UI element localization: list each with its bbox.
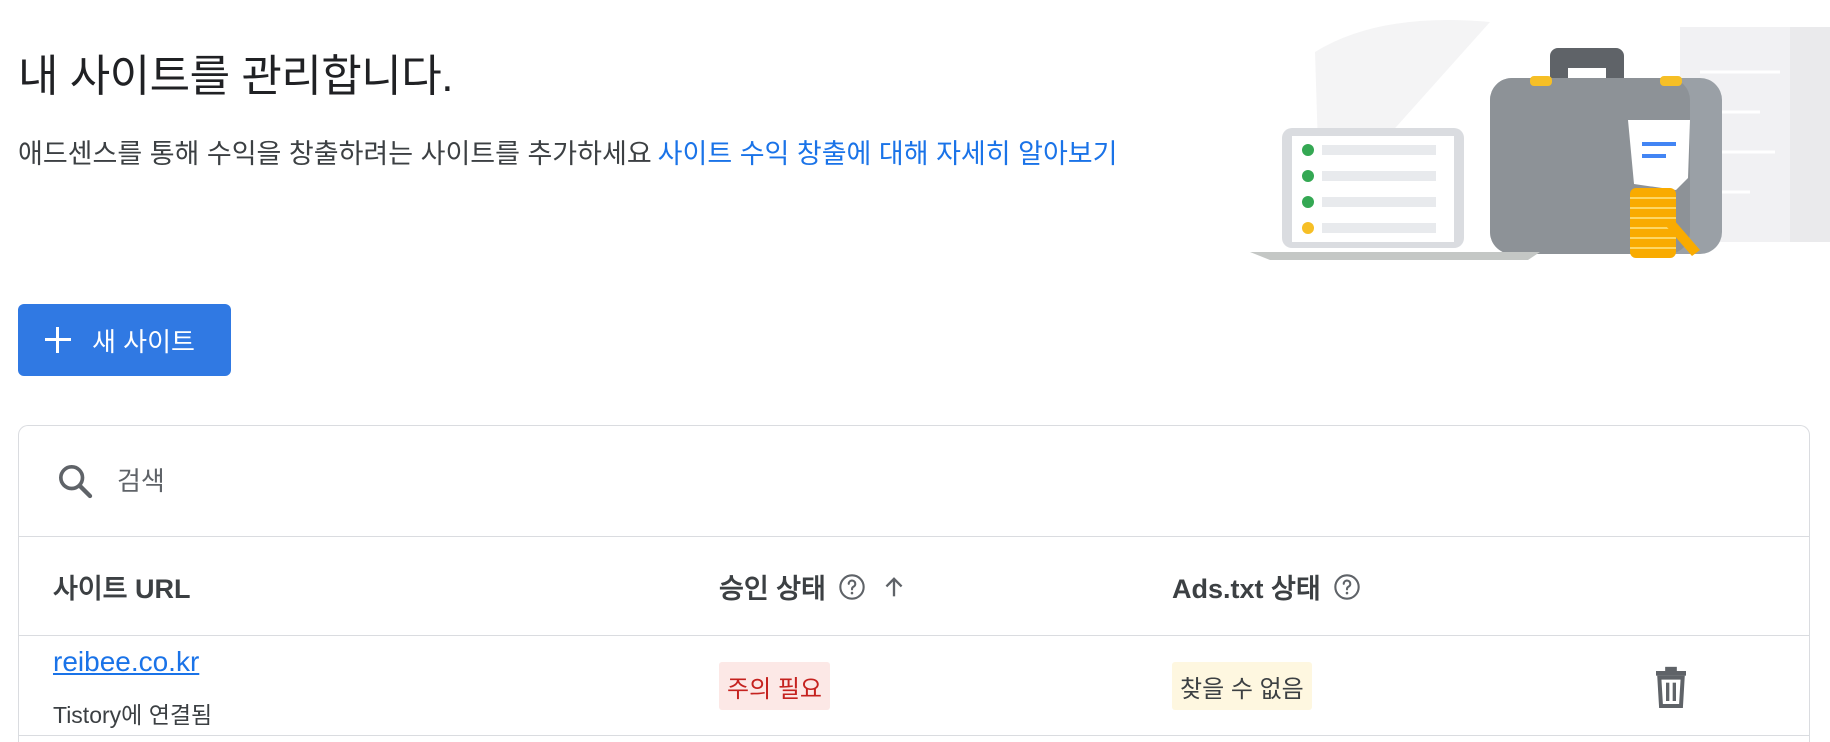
approval-status-badge: 주의 필요	[719, 662, 830, 710]
page: 내 사이트를 관리합니다. 애드센스를 통해 수익을 창출하려는 사이트를 추가…	[0, 0, 1830, 742]
intro-description: 애드센스를 통해 수익을 창출하려는 사이트를 추가하세요	[18, 139, 652, 169]
column-header-approval-status[interactable]: 승인 상태	[719, 537, 908, 636]
column-header-site-url[interactable]: 사이트 URL	[53, 537, 191, 636]
sort-arrow-up-icon[interactable]	[880, 573, 908, 601]
site-connection-label: Tistory에 연결됨	[53, 702, 213, 728]
sites-table-card: 사이트 URL 승인 상태 Ads.txt 상태	[18, 425, 1810, 742]
delete-site-button[interactable]	[1651, 664, 1691, 708]
intro-text: 애드센스를 통해 수익을 창출하려는 사이트를 추가하세요 사이트 수익 창출에 …	[18, 132, 1117, 171]
column-header-ads-txt-status[interactable]: Ads.txt 상태	[1172, 537, 1361, 636]
trash-icon	[1656, 666, 1686, 708]
search-icon	[59, 465, 93, 499]
new-site-label: 새 사이트	[92, 326, 195, 357]
site-url-link[interactable]: reibee.co.kr	[53, 646, 199, 678]
plus-icon	[44, 326, 72, 354]
table-row: reibee.co.kr Tistory에 연결됨 주의 필요 찾을 수 없음	[19, 636, 1809, 736]
briefcase-laptop-illustration	[1250, 20, 1830, 260]
help-circle-icon[interactable]	[1333, 573, 1361, 601]
ads-txt-status-badge: 찾을 수 없음	[1172, 662, 1312, 710]
learn-more-link[interactable]: 사이트 수익 창출에 대해 자세히 알아보기	[658, 139, 1118, 169]
help-circle-icon[interactable]	[838, 573, 866, 601]
search-bar	[19, 426, 1809, 537]
table-header: 사이트 URL 승인 상태 Ads.txt 상태	[19, 537, 1809, 636]
search-input[interactable]	[115, 464, 715, 498]
page-title: 내 사이트를 관리합니다.	[18, 52, 453, 101]
new-site-button[interactable]: 새 사이트	[18, 304, 231, 376]
